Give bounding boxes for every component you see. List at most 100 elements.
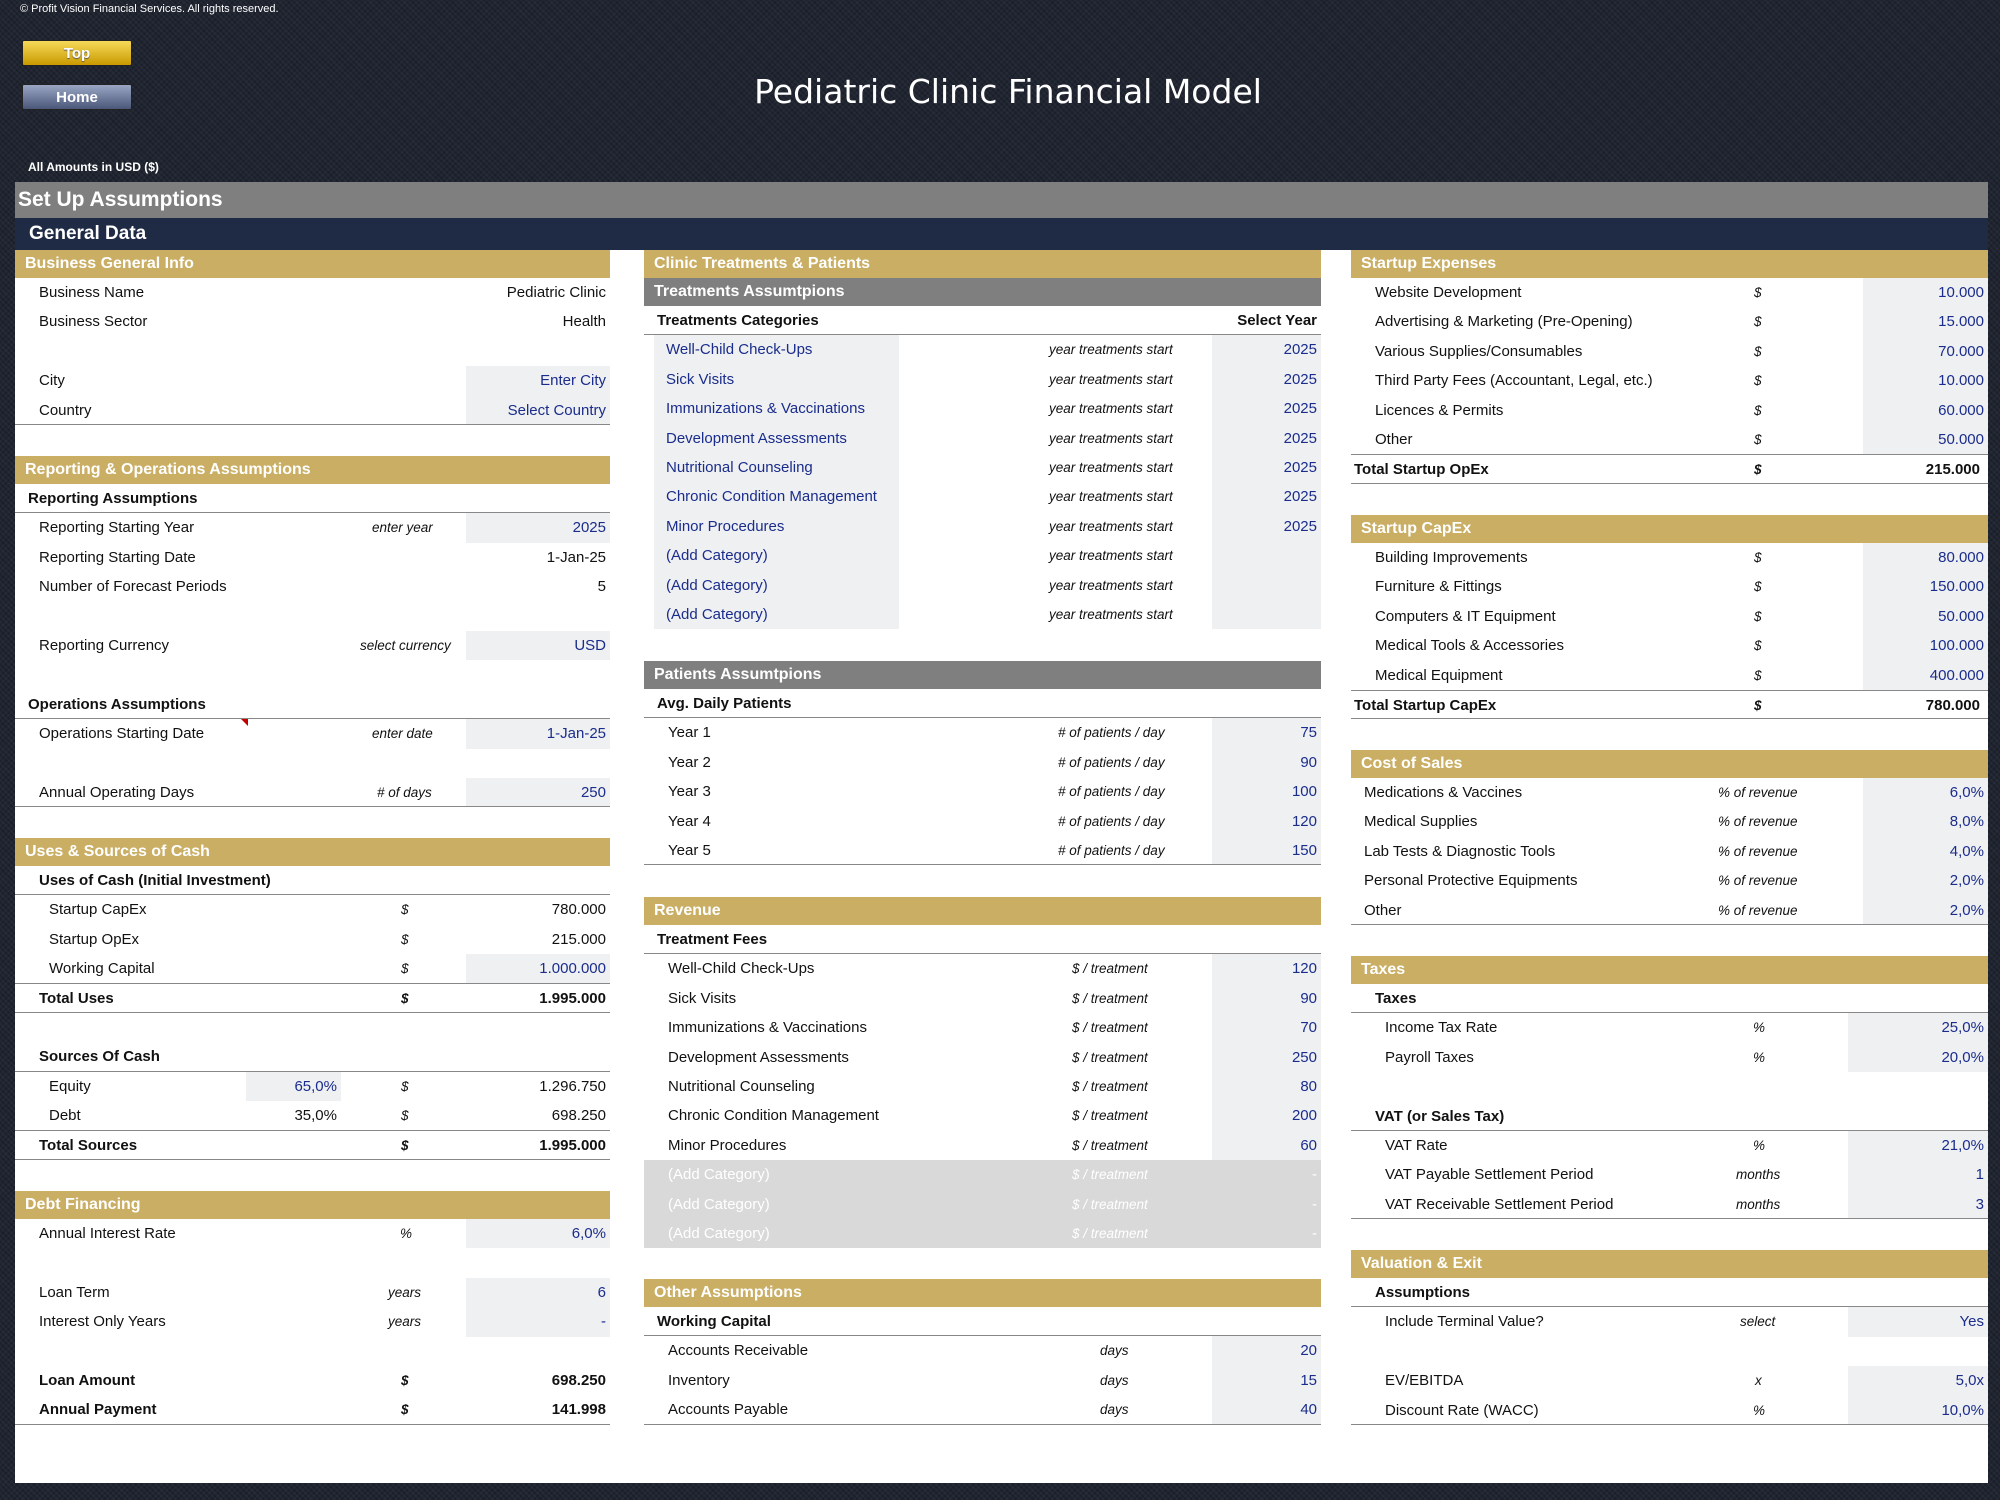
treatment-year-input[interactable]: 2025 <box>1212 394 1321 424</box>
interest-rate-input[interactable]: 6,0% <box>466 1219 610 1249</box>
patients-value-input[interactable]: 150 <box>1212 835 1321 865</box>
startup-expense-input[interactable]: 70.000 <box>1863 336 1988 367</box>
comment-marker-icon[interactable] <box>241 719 248 727</box>
operating-days-input[interactable]: 250 <box>466 777 610 807</box>
treatment-fee-input[interactable]: - <box>1212 1189 1321 1219</box>
startup-capex-input[interactable]: 80.000 <box>1863 543 1988 573</box>
treatment-year-input[interactable] <box>1212 599 1321 630</box>
working-capital-input[interactable]: 15 <box>1212 1365 1321 1396</box>
country-row: Country Select Country <box>15 395 610 425</box>
treatment-fee-input[interactable]: - <box>1212 1160 1321 1190</box>
treatment-fee-input[interactable]: - <box>1212 1218 1321 1249</box>
cost-of-sales-input[interactable]: 8,0% <box>1863 807 1988 837</box>
reporting-header: Reporting & Operations Assumptions <box>15 456 610 484</box>
treatment-fee-label: Sick Visits <box>668 989 737 1007</box>
currency-symbol: $ <box>1754 697 1762 713</box>
working-capital-input[interactable]: 40 <box>1212 1395 1321 1424</box>
uses-opex-row: Startup OpEx $ 215.000 <box>15 925 610 954</box>
treatment-year-input[interactable] <box>1212 541 1321 571</box>
treatment-year-input[interactable]: 2025 <box>1212 511 1321 542</box>
vat-payable-input[interactable]: 1 <box>1848 1160 1988 1190</box>
vat-rate-input[interactable]: 21,0% <box>1848 1130 1988 1161</box>
start-year-input[interactable]: 2025 <box>466 513 610 543</box>
startup-expense-row: Advertising & Marketing (Pre-Opening) $15… <box>1351 307 1988 337</box>
patients-value-input[interactable]: 100 <box>1212 777 1321 807</box>
treatment-unit: year treatments start <box>1049 430 1173 446</box>
treatment-fee-input[interactable]: 200 <box>1212 1101 1321 1131</box>
top-button[interactable]: Top <box>22 40 132 66</box>
treatment-name-input[interactable]: Immunizations & Vaccinations <box>654 394 899 424</box>
business-name-value[interactable]: Pediatric Clinic <box>465 278 610 307</box>
treatment-year-input[interactable]: 2025 <box>1212 364 1321 395</box>
cost-of-sales-input[interactable]: 4,0% <box>1863 836 1988 867</box>
reporting-assumptions-label: Reporting Assumptions <box>28 490 198 507</box>
payroll-tax-input[interactable]: 20,0% <box>1848 1042 1988 1073</box>
treatment-year-input[interactable]: 2025 <box>1212 482 1321 512</box>
patients-value-input[interactable]: 120 <box>1212 806 1321 836</box>
working-capital-input[interactable]: 20 <box>1212 1336 1321 1366</box>
sources-header-label: Sources Of Cash <box>39 1048 160 1066</box>
startup-expense-input[interactable]: 15.000 <box>1863 307 1988 337</box>
treatment-fee-input[interactable]: 80 <box>1212 1071 1321 1102</box>
treatment-name-input[interactable]: Nutritional Counseling <box>654 452 899 483</box>
treatment-name-input[interactable]: Minor Procedures <box>654 511 899 542</box>
interest-only-input[interactable]: - <box>466 1307 610 1337</box>
treatment-name-input[interactable]: (Add Category) <box>654 541 899 571</box>
treatment-fee-input[interactable]: 60 <box>1212 1130 1321 1161</box>
equity-pct-input[interactable]: 65,0% <box>246 1071 341 1102</box>
business-sector-value[interactable]: Health <box>465 307 610 336</box>
startup-expense-input[interactable]: 50.000 <box>1863 424 1988 455</box>
currency-select[interactable]: USD <box>466 630 610 661</box>
wacc-input[interactable]: 10,0% <box>1848 1395 1988 1424</box>
cost-of-sales-row: Other % of revenue 2,0% <box>1351 895 1988 925</box>
terminal-value-select[interactable]: Yes <box>1848 1307 1988 1337</box>
ops-date-input[interactable]: 1-Jan-25 <box>466 719 610 749</box>
treatment-name-input[interactable]: Development Assessments <box>654 423 899 453</box>
startup-capex-section: Startup CapEx Building Improvements $80.0… <box>1351 515 1988 720</box>
patients-value-input[interactable]: 90 <box>1212 747 1321 778</box>
currency-symbol: $ <box>1754 373 1762 389</box>
startup-capex-input[interactable]: 50.000 <box>1863 601 1988 632</box>
treatment-name-input[interactable]: Chronic Condition Management <box>654 482 899 512</box>
total-sources-value: 1.995.000 <box>539 1136 606 1154</box>
vat-receivable-input[interactable]: 3 <box>1848 1189 1988 1219</box>
business-name-row: Business Name Pediatric Clinic <box>15 278 610 307</box>
treatment-name-input[interactable]: (Add Category) <box>654 570 899 600</box>
startup-expense-input[interactable]: 60.000 <box>1863 395 1988 425</box>
income-tax-input[interactable]: 25,0% <box>1848 1013 1988 1043</box>
treatment-row: Well-Child Check-Ups year treatments star… <box>644 335 1321 365</box>
interest-only-unit: years <box>388 1314 422 1330</box>
treatments-list: Well-Child Check-Ups year treatments star… <box>644 335 1321 630</box>
ev-ebitda-input[interactable]: 5,0x <box>1848 1366 1988 1396</box>
city-input[interactable]: Enter City <box>466 366 610 396</box>
treatment-name-input[interactable]: (Add Category) <box>654 599 899 630</box>
patients-unit: # of patients / day <box>1058 725 1165 741</box>
treatment-year-input[interactable]: 2025 <box>1212 423 1321 453</box>
treatment-name-input[interactable]: Well-Child Check-Ups <box>654 335 899 365</box>
startup-capex-input[interactable]: 100.000 <box>1863 631 1988 661</box>
treatment-unit: year treatments start <box>1049 518 1173 534</box>
cost-of-sales-input[interactable]: 2,0% <box>1863 866 1988 896</box>
country-select[interactable]: Select Country <box>466 395 610 424</box>
treatment-fee-input[interactable]: 90 <box>1212 983 1321 1014</box>
annual-payment-label: Annual Payment <box>39 1401 157 1419</box>
treatment-name-input[interactable]: Sick Visits <box>654 364 899 395</box>
patients-value-input[interactable]: 75 <box>1212 718 1321 748</box>
cost-of-sales-input[interactable]: 6,0% <box>1863 778 1988 808</box>
startup-expense-input[interactable]: 10.000 <box>1863 366 1988 396</box>
treatment-fee-input[interactable]: 70 <box>1212 1013 1321 1043</box>
treatment-year-input[interactable]: 2025 <box>1212 335 1321 365</box>
treatment-fee-input[interactable]: 250 <box>1212 1042 1321 1072</box>
startup-capex-input[interactable]: 400.000 <box>1863 660 1988 690</box>
cost-of-sales-input[interactable]: 2,0% <box>1863 895 1988 924</box>
loan-term-input[interactable]: 6 <box>466 1277 610 1308</box>
interest-rate-unit: % <box>400 1226 413 1241</box>
uses-wc-input[interactable]: 1.000.000 <box>466 954 610 983</box>
treatment-year-input[interactable]: 2025 <box>1212 452 1321 483</box>
startup-expense-input[interactable]: 10.000 <box>1863 278 1988 308</box>
treatment-fee-input[interactable]: 120 <box>1212 954 1321 984</box>
startup-capex-input[interactable]: 150.000 <box>1863 572 1988 602</box>
treatment-year-input[interactable] <box>1212 570 1321 600</box>
wacc-row: Discount Rate (WACC) % 10,0% <box>1351 1395 1988 1425</box>
currency-symbol: $ <box>1754 343 1762 359</box>
